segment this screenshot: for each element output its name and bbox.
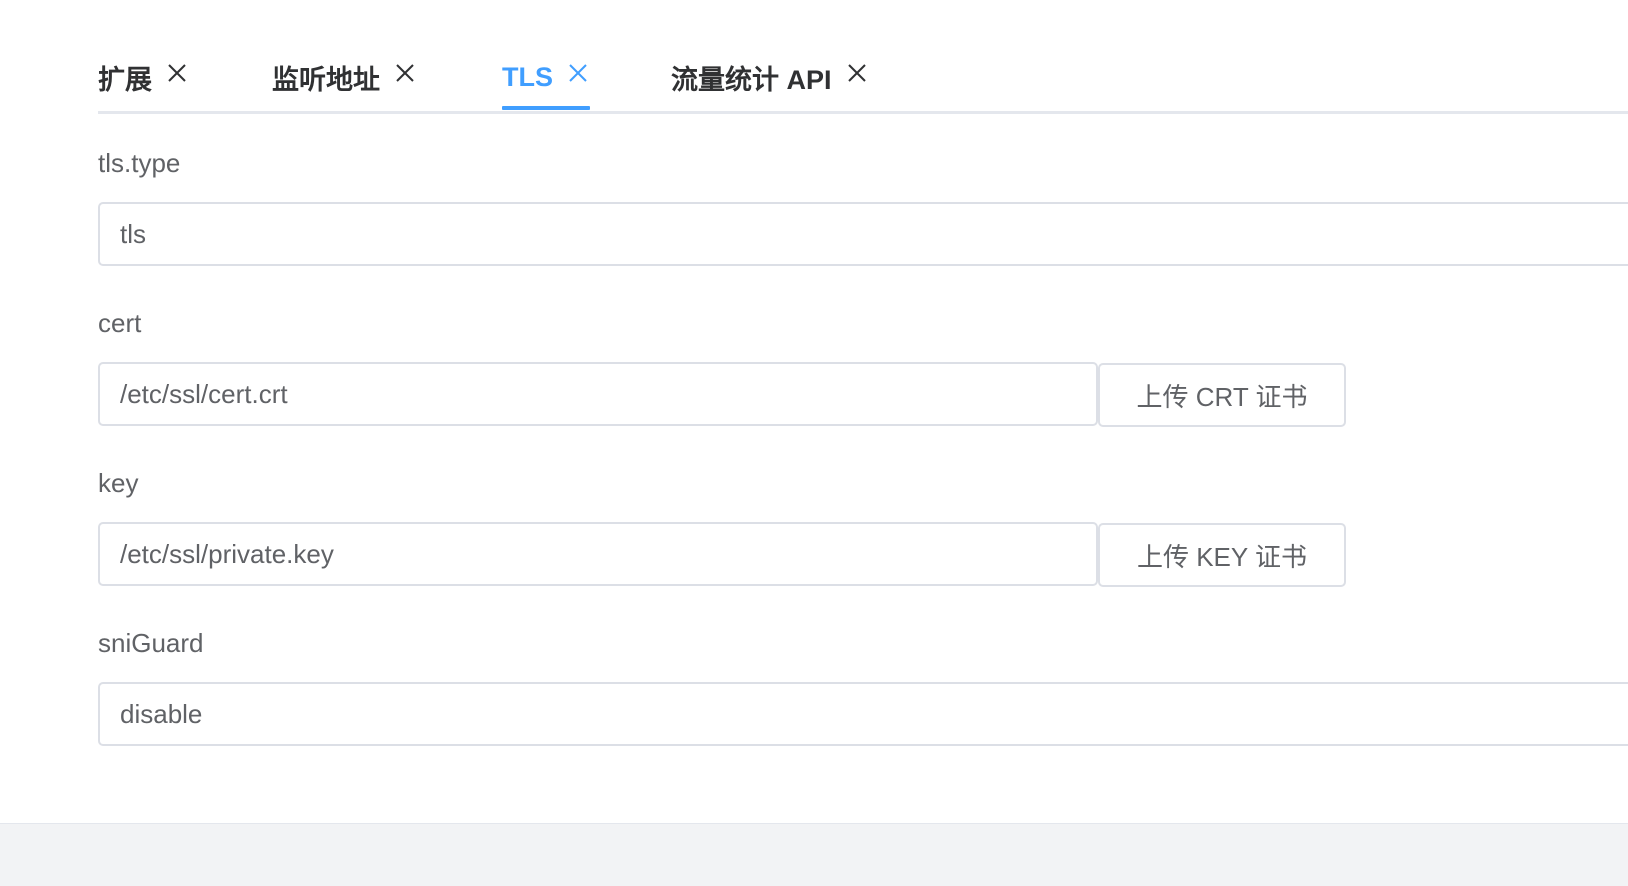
key-value: /etc/ssl/private.key [120, 538, 334, 569]
upload-crt-button[interactable]: 上传 CRT 证书 [1098, 363, 1346, 427]
page: 扩展 监听地址 TLS 流量统计 API tls.type tls cert /… [0, 0, 1628, 886]
footer-area [0, 823, 1628, 886]
close-icon[interactable] [567, 62, 589, 84]
sni-guard-label: sniGuard [98, 628, 204, 658]
active-tab-indicator [502, 106, 590, 110]
tab-listen-address[interactable]: 监听地址 [272, 40, 416, 114]
tab-label: 扩展 [98, 64, 152, 95]
key-label: key [98, 468, 139, 498]
close-icon[interactable] [394, 62, 416, 84]
tls-type-label: tls.type [98, 148, 181, 178]
tab-label: 监听地址 [272, 64, 380, 95]
tab-label: 流量统计 API [671, 64, 832, 95]
tab-traffic-stats-api[interactable]: 流量统计 API [671, 40, 868, 114]
tab-extensions[interactable]: 扩展 [98, 40, 188, 114]
sni-guard-value: disable [120, 698, 203, 729]
main-content: 扩展 监听地址 TLS 流量统计 API tls.type tls cert /… [0, 0, 1628, 823]
tab-bar: 扩展 监听地址 TLS 流量统计 API [98, 40, 1628, 114]
tab-label: TLS [502, 61, 553, 92]
tls-type-select[interactable]: tls [98, 202, 1628, 266]
sni-guard-select[interactable]: disable [98, 682, 1628, 746]
cert-input[interactable]: /etc/ssl/cert.crt [98, 362, 1098, 426]
key-input[interactable]: /etc/ssl/private.key [98, 522, 1098, 586]
cert-value: /etc/ssl/cert.crt [120, 378, 288, 409]
close-icon[interactable] [166, 62, 188, 84]
tls-type-value: tls [120, 218, 146, 249]
cert-label: cert [98, 308, 142, 338]
upload-key-button[interactable]: 上传 KEY 证书 [1098, 523, 1346, 587]
tab-tls[interactable]: TLS [502, 40, 589, 114]
close-icon[interactable] [846, 62, 868, 84]
